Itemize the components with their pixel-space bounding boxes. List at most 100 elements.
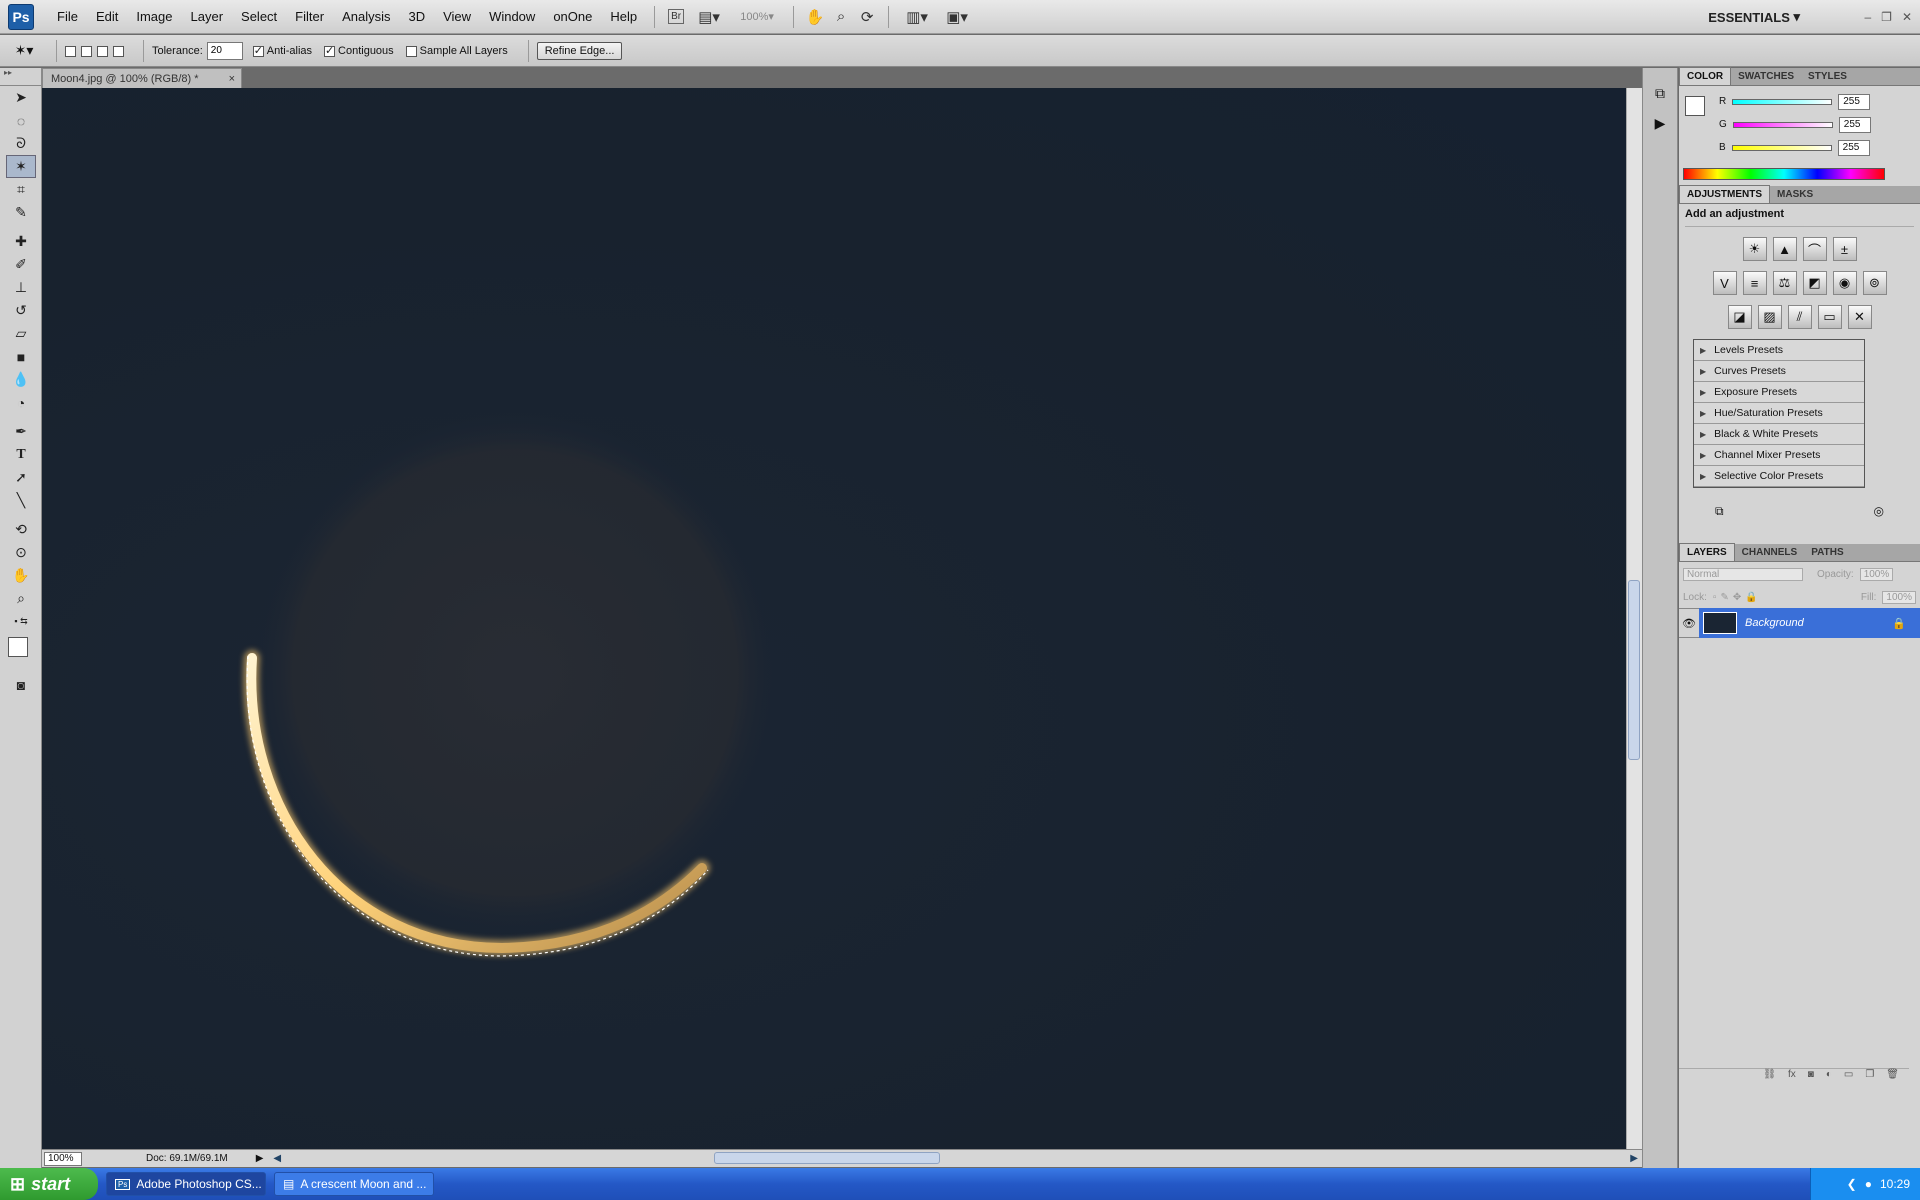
fill-value[interactable]: 100% — [1882, 590, 1916, 604]
lock-icons[interactable]: ▫✎✥🔒 — [1713, 592, 1762, 603]
color-spectrum-bar[interactable] — [1683, 168, 1885, 180]
preset-exposure[interactable]: ▶ Exposure Presets — [1694, 382, 1864, 403]
minimize-icon[interactable]: – — [1864, 10, 1871, 24]
document-tab[interactable]: Moon4.jpg @ 100% (RGB/8) * × — [42, 68, 242, 88]
selective-color-icon[interactable]: ✕ — [1847, 305, 1872, 329]
start-button[interactable]: ⊞ start — [0, 1168, 98, 1200]
eye-icon[interactable]: 👁 — [1679, 617, 1699, 630]
tray-app-icon[interactable]: ● — [1865, 1177, 1872, 1191]
posterize-icon[interactable]: ▨ — [1757, 305, 1782, 329]
intersect-selection-icon[interactable] — [113, 46, 124, 57]
eraser-tool[interactable]: ▱ — [0, 322, 42, 345]
preset-levels[interactable]: ▶ Levels Presets — [1694, 340, 1864, 361]
tray-arrow-icon[interactable]: ❮ — [1847, 1177, 1857, 1191]
gradient-tool[interactable]: ■ — [0, 345, 42, 368]
3d-orbit-tool[interactable]: ⊙ — [0, 541, 42, 564]
preset-selective-color[interactable]: ▶ Selective Color Presets — [1694, 466, 1864, 487]
status-zoom-field[interactable]: 100% — [44, 1151, 82, 1166]
view-extras-button[interactable]: ▤▾ — [689, 5, 729, 29]
subtract-selection-icon[interactable] — [97, 46, 108, 57]
vertical-scroll-thumb[interactable] — [1628, 580, 1640, 760]
sample-all-layers-checkbox[interactable] — [405, 46, 417, 57]
clone-stamp-tool[interactable]: ⊥ — [0, 276, 42, 299]
clip-icon[interactable]: ⧉ — [1715, 504, 1724, 519]
menu-window[interactable]: Window — [480, 0, 544, 34]
menu-3d[interactable]: 3D — [399, 0, 434, 34]
preset-curves[interactable]: ▶ Curves Presets — [1694, 361, 1864, 382]
menu-help[interactable]: Help — [601, 0, 646, 34]
preset-black-white[interactable]: ▶ Black & White Presets — [1694, 424, 1864, 445]
exposure-icon[interactable]: ± — [1832, 237, 1857, 261]
arrange-documents-button[interactable]: ▥▾ — [897, 5, 937, 29]
channel-value[interactable]: 255 — [1838, 93, 1871, 110]
add-selection-icon[interactable] — [81, 46, 92, 57]
close-icon[interactable]: ✕ — [1902, 10, 1912, 24]
eyedropper-tool[interactable]: ✎ — [0, 201, 42, 224]
new-selection-icon[interactable] — [65, 46, 76, 57]
channel-value[interactable]: 255 — [1837, 139, 1870, 156]
refine-edge-button[interactable]: Refine Edge... — [536, 41, 623, 60]
task-document[interactable]: ▤ A crescent Moon and ... — [274, 1172, 434, 1196]
curves-icon[interactable]: ⌒ — [1802, 237, 1827, 261]
3d-rotate-tool[interactable]: ⟲ — [0, 518, 42, 541]
adjustment-layer-icon[interactable]: ◐ — [1826, 1069, 1832, 1086]
blur-tool[interactable]: 💧 — [0, 368, 42, 391]
slider-g[interactable]: G 255 — [1719, 113, 1871, 136]
menu-view[interactable]: View — [434, 0, 480, 34]
tab-masks[interactable]: MASKS — [1770, 186, 1820, 203]
scroll-left-icon[interactable]: ◀ — [273, 1153, 281, 1164]
color-balance-icon[interactable]: ⚖ — [1772, 271, 1797, 295]
brush-tool[interactable]: ✐ — [0, 253, 42, 276]
channel-mixer-icon[interactable]: ⊚ — [1862, 271, 1887, 295]
color-swatches[interactable] — [0, 633, 41, 673]
hand-tool-button[interactable]: ✋ — [802, 5, 828, 29]
hue-saturation-icon[interactable]: ≡ — [1742, 271, 1767, 295]
magic-wand-tool[interactable]: ✶ — [6, 155, 36, 178]
layer-row-background[interactable]: 👁 Background 🔒 — [1679, 608, 1920, 638]
menu-analysis[interactable]: Analysis — [333, 0, 399, 34]
workspace-switcher[interactable]: ESSENTIALS ▾ — [1708, 0, 1800, 34]
rotate-view-button[interactable]: ⟳ — [854, 5, 880, 29]
threshold-icon[interactable]: ⫽ — [1787, 305, 1812, 329]
tab-styles[interactable]: STYLES — [1801, 68, 1854, 85]
vibrance-icon[interactable]: V — [1712, 271, 1737, 295]
hand-tool[interactable]: ✋ — [0, 564, 42, 587]
preset-hue-saturation[interactable]: ▶ Hue/Saturation Presets — [1694, 403, 1864, 424]
blend-mode-select[interactable]: Normal — [1683, 567, 1803, 581]
tools-collapse-icon[interactable]: ▸▸ — [0, 68, 41, 86]
slider-r[interactable]: R 255 — [1719, 90, 1871, 113]
link-layers-icon[interactable]: ⛓ — [1763, 1069, 1776, 1086]
tab-adjustments[interactable]: ADJUSTMENTS — [1679, 185, 1771, 203]
menu-filter[interactable]: Filter — [286, 0, 333, 34]
slider-b[interactable]: B 255 — [1719, 136, 1871, 159]
close-document-icon[interactable]: × — [229, 73, 235, 85]
tool-preset-picker[interactable]: ✶▾ — [0, 42, 48, 59]
invert-icon[interactable]: ◪ — [1727, 305, 1752, 329]
levels-icon[interactable]: ▲ — [1772, 237, 1797, 261]
zoom-level-dropdown[interactable]: 100% ▾ — [729, 5, 785, 29]
photo-filter-icon[interactable]: ◉ — [1832, 271, 1857, 295]
tab-channels[interactable]: CHANNELS — [1735, 544, 1805, 561]
dodge-tool[interactable]: ◔ — [0, 391, 42, 414]
zoom-tool[interactable]: ⌕ — [0, 587, 42, 610]
foreground-color-swatch[interactable] — [8, 637, 28, 657]
type-tool[interactable]: T — [0, 443, 42, 466]
color-panel-foreground[interactable] — [1685, 96, 1705, 116]
menu-file[interactable]: File — [48, 0, 87, 34]
default-colors-icon[interactable]: ▪ ⇆ — [0, 610, 42, 633]
menu-onone[interactable]: onOne — [544, 0, 601, 34]
restore-icon[interactable]: ❐ — [1881, 10, 1892, 24]
new-layer-icon[interactable]: ❐ — [1865, 1069, 1874, 1086]
marquee-tool[interactable]: ◌ — [0, 109, 42, 132]
history-brush-tool[interactable]: ↺ — [0, 299, 42, 322]
move-tool[interactable]: ➤ — [0, 86, 42, 109]
image-canvas[interactable] — [42, 88, 1626, 1149]
tolerance-input[interactable] — [206, 41, 243, 60]
task-photoshop[interactable]: Ps Adobe Photoshop CS... — [106, 1172, 266, 1196]
actions-panel-icon[interactable]: ▶ — [1643, 108, 1677, 138]
status-menu-arrow-icon[interactable]: ▶ — [256, 1153, 264, 1164]
new-group-icon[interactable]: ▭ — [1844, 1069, 1853, 1086]
pen-tool[interactable]: ✒ — [0, 420, 42, 443]
layer-name[interactable]: Background — [1745, 617, 1804, 629]
menu-layer[interactable]: Layer — [182, 0, 233, 34]
